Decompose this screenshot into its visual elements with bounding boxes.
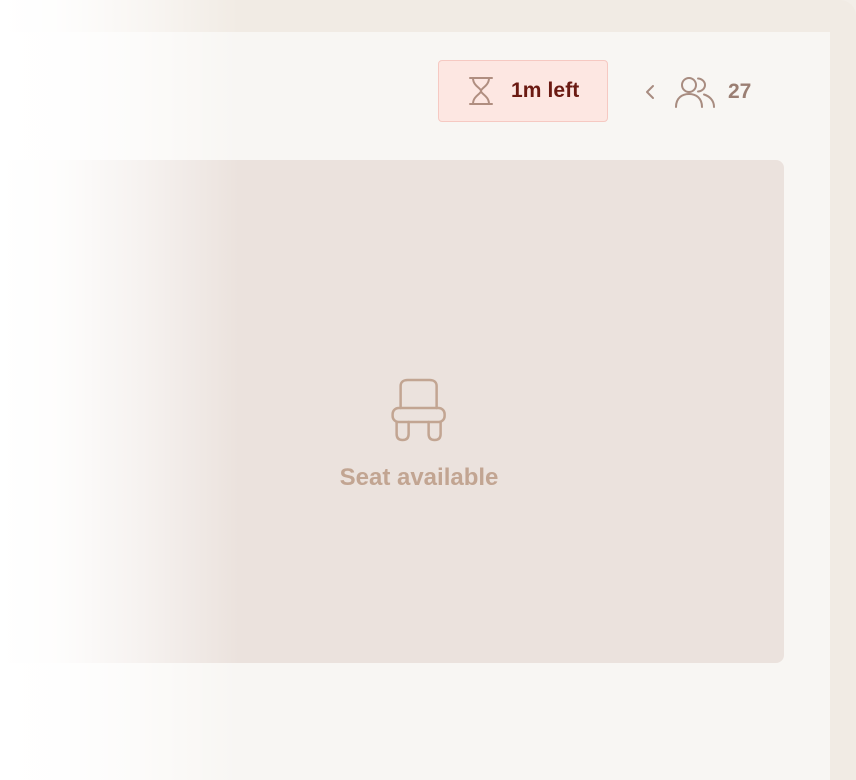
participants-control[interactable]: 27 bbox=[640, 72, 751, 112]
chevron-left-icon[interactable] bbox=[640, 72, 660, 112]
seat-placeholder: Seat available bbox=[339, 378, 499, 492]
time-remaining-label: 1m left bbox=[511, 79, 580, 102]
people-icon bbox=[674, 75, 716, 109]
chair-icon bbox=[391, 378, 447, 444]
participant-count: 27 bbox=[728, 80, 752, 103]
hourglass-icon bbox=[467, 76, 495, 106]
app-frame: 1m left 27 Seat available bbox=[0, 0, 856, 780]
seat-status-label: Seat available bbox=[339, 464, 499, 491]
time-remaining-badge: 1m left bbox=[438, 60, 608, 122]
